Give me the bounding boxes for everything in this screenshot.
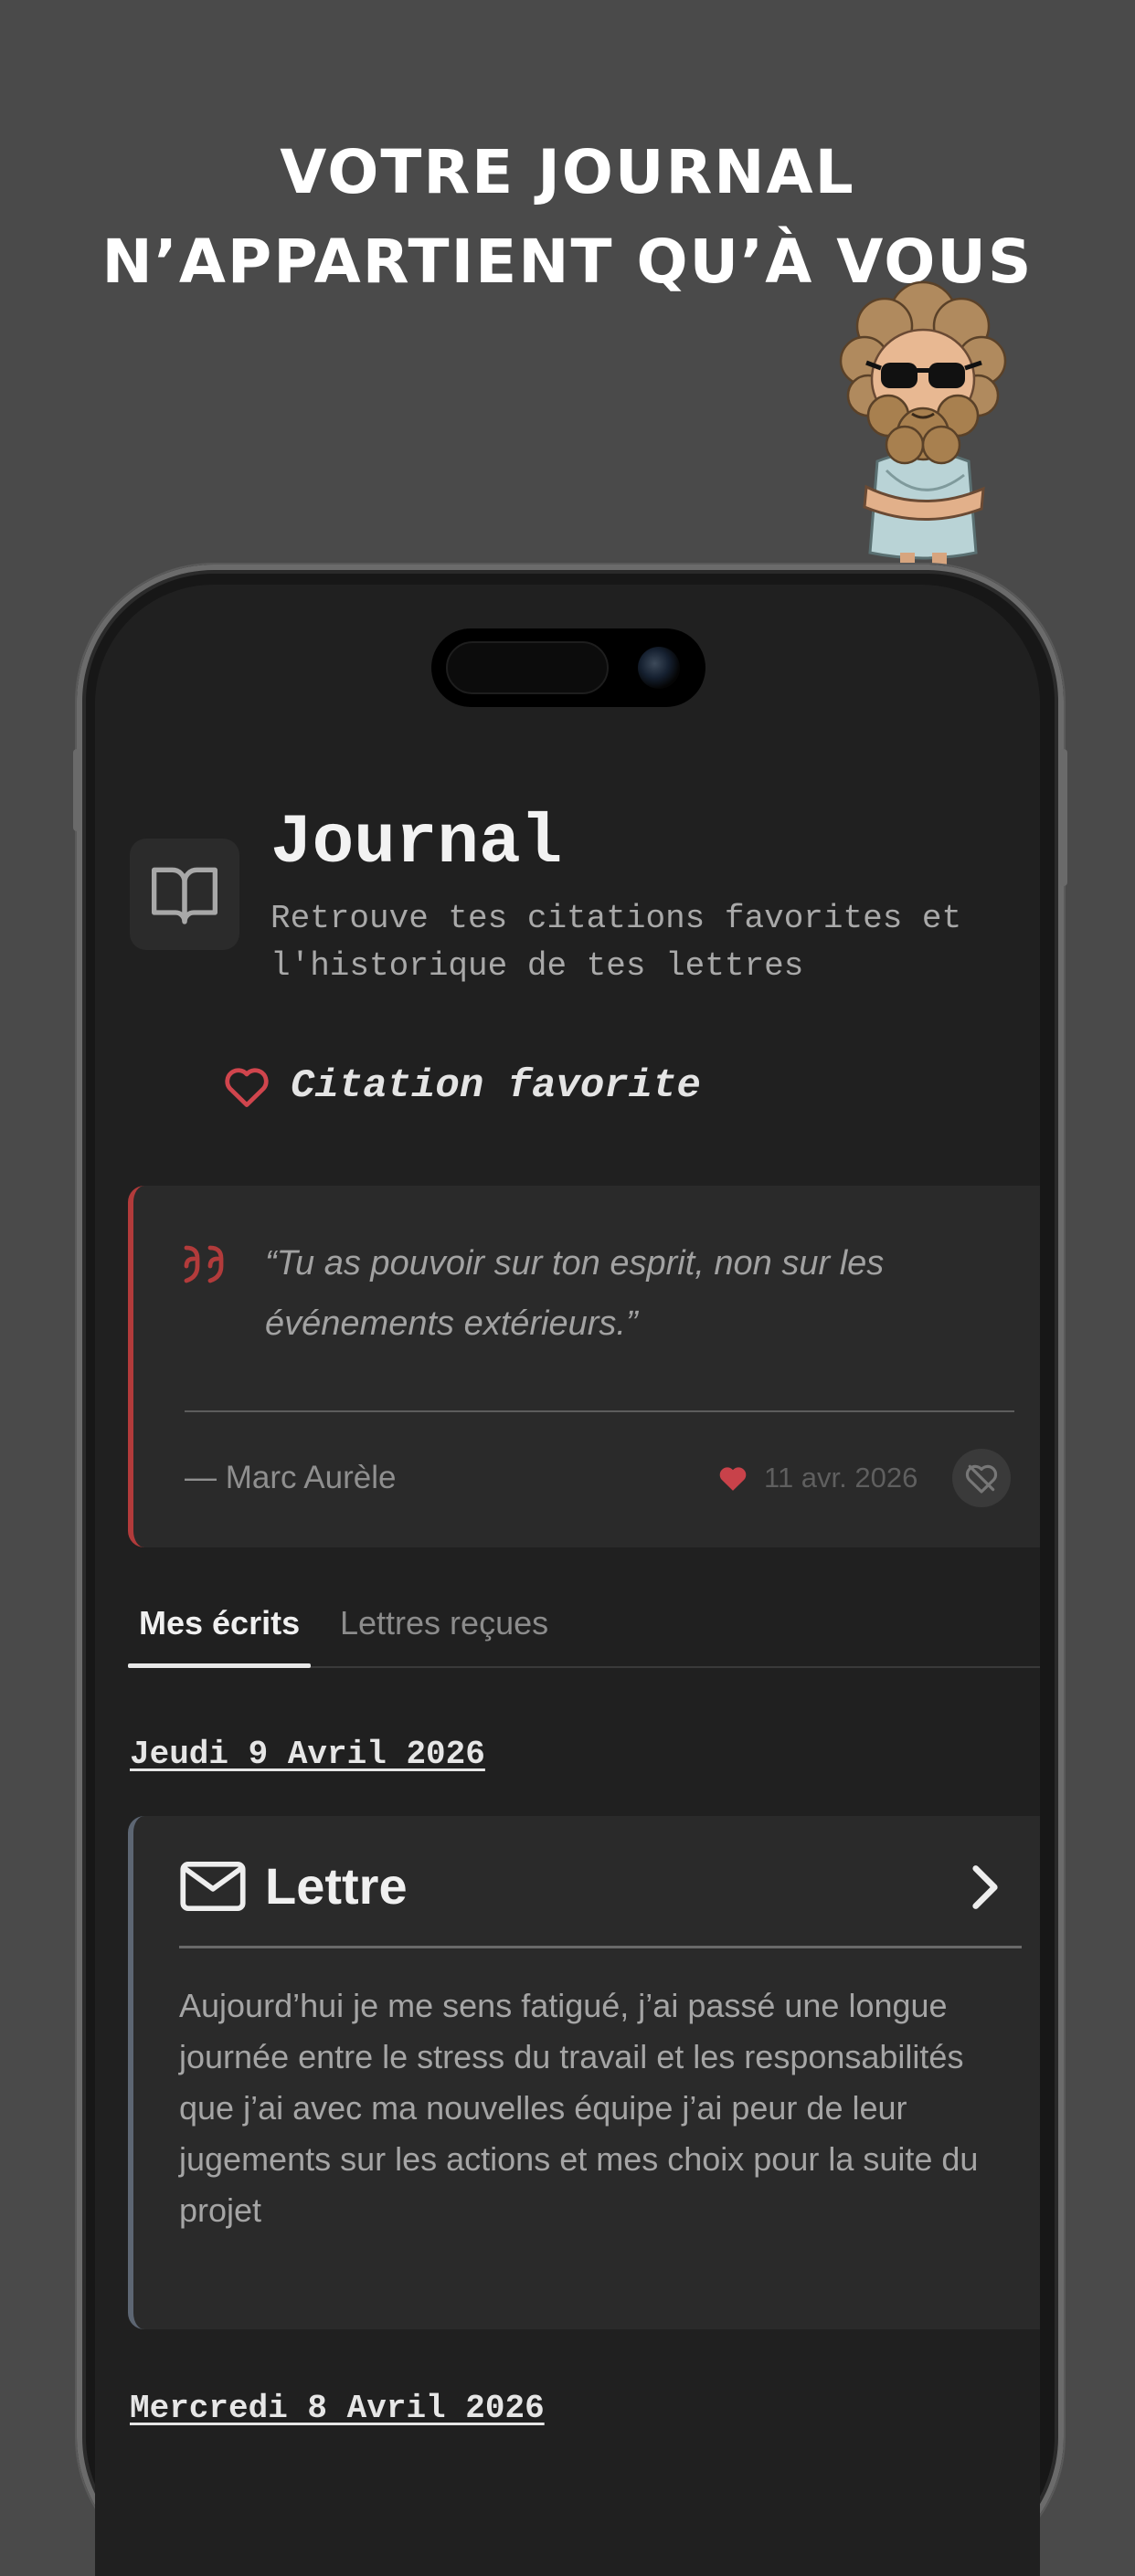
phone-screen: Journal Retrouve tes citations favorites…	[95, 585, 1040, 2576]
book-open-icon	[152, 867, 217, 924]
entry-text: Aujourd’hui je me sens fatigué, j’ai pas…	[179, 1987, 979, 2229]
front-camera	[638, 647, 680, 689]
heart-off-icon	[965, 1464, 998, 1494]
philosopher-mascot-illustration	[839, 280, 1007, 567]
favorite-section-header: Citation favorite	[223, 1063, 701, 1109]
entry-date-heading: Mercredi 8 Avril 2026	[130, 2390, 545, 2427]
entry-header: Lettre	[179, 1856, 408, 1916]
entry-divider	[179, 1946, 1022, 1948]
active-tab-indicator	[128, 1663, 311, 1668]
phone-side-button-right	[1060, 749, 1067, 886]
journal-tabs: Mes écrits Lettres reçues	[128, 1597, 1040, 1668]
quote-author: — Marc Aurèle	[185, 1460, 397, 1495]
headline-line-1: VOTRE JOURNAL	[280, 137, 855, 207]
page-subtitle: Retrouve tes citations favorites et l'hi…	[270, 900, 962, 985]
island-sensor	[446, 641, 609, 694]
envelope-icon	[180, 1861, 246, 1911]
tab-lettres-recues[interactable]: Lettres reçues	[340, 1597, 548, 1650]
entry-type-label: Lettre	[265, 1857, 408, 1915]
heart-filled-icon	[719, 1467, 747, 1491]
quote-divider	[185, 1410, 1014, 1412]
dynamic-island	[431, 628, 705, 707]
quote-date: 11 avr. 2026	[764, 1462, 918, 1494]
quote-mark-icon	[184, 1245, 224, 1283]
chevron-right-icon[interactable]	[969, 1863, 1002, 1911]
quote-text: “Tu as pouvoir sur ton esprit, non sur l…	[265, 1244, 885, 1343]
favorite-quote-card[interactable]: “Tu as pouvoir sur ton esprit, non sur l…	[128, 1186, 1040, 1547]
letter-entry-card[interactable]: Lettre Aujourd’hui je me sens fatigué, j…	[128, 1816, 1040, 2329]
remove-favorite-button[interactable]	[952, 1449, 1011, 1507]
entry-date-heading: Jeudi 9 Avril 2026	[130, 1736, 485, 1773]
tab-mes-ecrits[interactable]: Mes écrits	[139, 1597, 300, 1650]
favorite-section-title: Citation favorite	[291, 1063, 701, 1109]
phone-side-button-left	[73, 749, 80, 831]
page-title: Journal	[270, 804, 563, 882]
heart-outline-icon	[225, 1068, 269, 1107]
journal-icon-box	[130, 839, 239, 950]
